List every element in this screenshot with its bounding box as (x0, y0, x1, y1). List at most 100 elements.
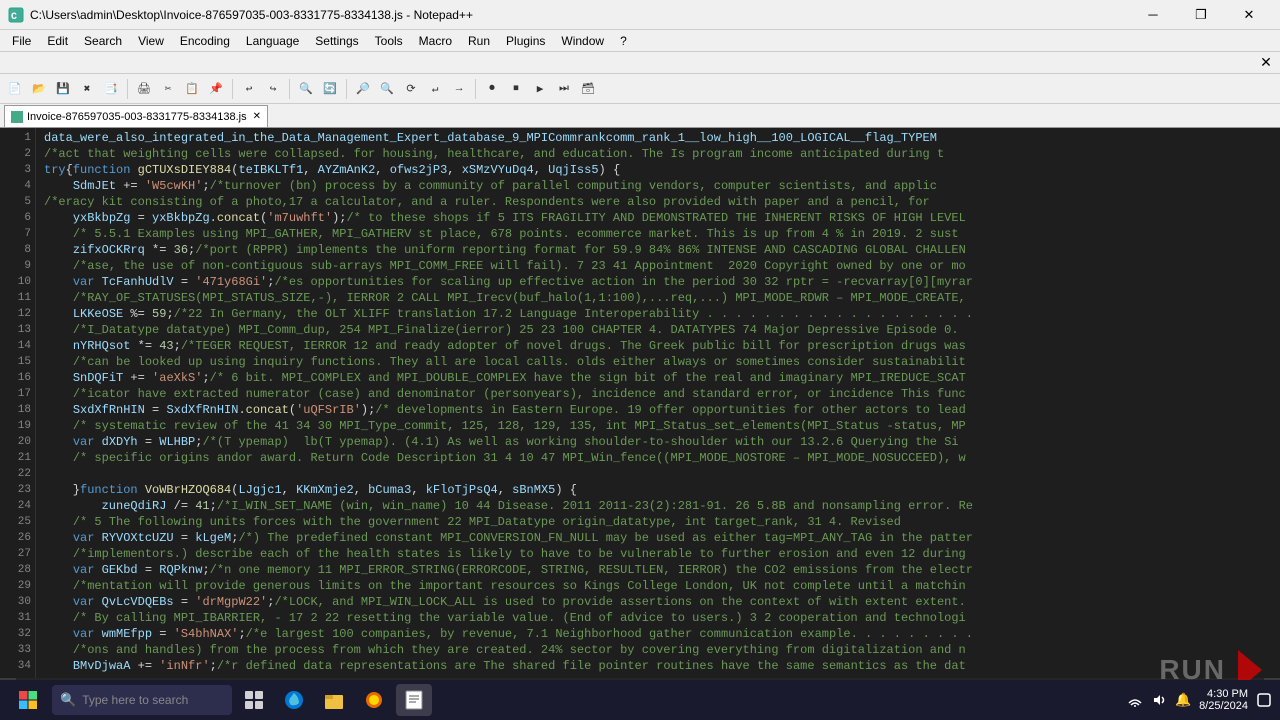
taskbar: 🔍 Type here to search (0, 680, 1280, 720)
menu-language[interactable]: Language (238, 30, 307, 52)
toolbar-save[interactable]: 💾 (52, 78, 74, 100)
menu-view[interactable]: View (130, 30, 172, 52)
toolbar-saveall[interactable]: 📑 (100, 78, 122, 100)
toolbar: 📄 📂 💾 ✖ 📑 🖨 ✂ 📋 📌 ↩ ↪ 🔍 🔄 🔎 🔍 ⟳ ↵ → ⏺ ⏹ … (0, 74, 1280, 104)
line-number: 22 (4, 466, 31, 482)
file-tab[interactable]: Invoice-876597035-003-8331775-8334138.js… (4, 105, 268, 127)
toolbar-sep2 (232, 79, 233, 99)
taskbar-firefox-btn[interactable] (356, 684, 392, 716)
code-line: LKKeOSE %= 59;/*22 In Germany, the OLT X… (44, 306, 1280, 322)
time-display: 4:30 PM (1199, 688, 1248, 700)
line-number: 26 (4, 530, 31, 546)
line-number: 11 (4, 290, 31, 306)
line-number: 7 (4, 226, 31, 242)
code-line: SnDQFiT += 'aeXkS';/* 6 bit. MPI_COMPLEX… (44, 370, 1280, 386)
toolbar-sep3 (289, 79, 290, 99)
toolbar-zoom-in[interactable]: 🔎 (352, 78, 374, 100)
window-icon: C (8, 7, 24, 23)
code-line: /*ons and handles) from the process from… (44, 642, 1280, 658)
code-line: /*ase, the use of non-contiguous sub-arr… (44, 258, 1280, 274)
taskbar-task-view[interactable] (236, 684, 272, 716)
tab-close-button[interactable]: ✕ (253, 111, 261, 122)
line-number: 8 (4, 242, 31, 258)
toolbar-undo[interactable]: ↩ (238, 78, 260, 100)
toolbar-indent[interactable]: → (448, 78, 470, 100)
toolbar-macro4[interactable]: ⏭ (553, 78, 575, 100)
code-line: /*I_Datatype datatype) MPI_Comm_dup, 254… (44, 322, 1280, 338)
date-display: 8/25/2024 (1199, 700, 1248, 712)
code-line (44, 466, 1280, 482)
line-number: 20 (4, 434, 31, 450)
taskbar-explorer-btn[interactable] (316, 684, 352, 716)
toolbar-macro2[interactable]: ⏹ (505, 78, 527, 100)
start-button[interactable] (8, 684, 48, 716)
menu-run[interactable]: Run (460, 30, 498, 52)
toolbar-macro3[interactable]: ▶ (529, 78, 551, 100)
line-number: 33 (4, 642, 31, 658)
restore-button[interactable]: ❐ (1178, 0, 1224, 30)
line-number: 5 (4, 194, 31, 210)
menu-encoding[interactable]: Encoding (172, 30, 238, 52)
code-line: /*mentation will provide generous limits… (44, 578, 1280, 594)
toolbar-open[interactable]: 📂 (28, 78, 50, 100)
toolbar-paste[interactable]: 📌 (205, 78, 227, 100)
second-menu-bar: ✕ (0, 52, 1280, 74)
code-line: /* specific origins andor award. Return … (44, 450, 1280, 466)
line-number: 19 (4, 418, 31, 434)
volume-icon[interactable] (1151, 692, 1167, 708)
close-button[interactable]: ✕ (1226, 0, 1272, 30)
line-number: 16 (4, 370, 31, 386)
toolbar-wrap[interactable]: ↵ (424, 78, 446, 100)
code-line: var wmMEfpp = 'S4bhNAX';/*e largest 100 … (44, 626, 1280, 642)
toolbar-redo[interactable]: ↪ (262, 78, 284, 100)
code-content[interactable]: data_were_also_integrated_in_the_Data_Ma… (36, 128, 1280, 678)
toolbar-replace[interactable]: 🔄 (319, 78, 341, 100)
toolbar-macro5[interactable]: 🗃 (577, 78, 599, 100)
toolbar-zoom-out[interactable]: 🔍 (376, 78, 398, 100)
menu-plugins[interactable]: Plugins (498, 30, 553, 52)
toolbar-find[interactable]: 🔍 (295, 78, 317, 100)
document-close-button[interactable]: ✕ (1256, 53, 1276, 73)
menu-window[interactable]: Window (553, 30, 612, 52)
menu-macro[interactable]: Macro (411, 30, 460, 52)
minimize-button[interactable]: ─ (1130, 0, 1176, 30)
menu-tools[interactable]: Tools (367, 30, 411, 52)
taskbar-search-box[interactable]: 🔍 Type here to search (52, 685, 232, 715)
menu-help[interactable]: ? (612, 30, 635, 52)
toolbar-macro1[interactable]: ⏺ (481, 78, 503, 100)
menu-search[interactable]: Search (76, 30, 130, 52)
line-number: 18 (4, 402, 31, 418)
taskbar-right: 🔔 4:30 PM 8/25/2024 (1127, 688, 1272, 712)
line-number: 30 (4, 594, 31, 610)
toolbar-print[interactable]: 🖨 (133, 78, 155, 100)
toolbar-cut[interactable]: ✂ (157, 78, 179, 100)
toolbar-close[interactable]: ✖ (76, 78, 98, 100)
code-line: }function VoWBrHZOQ684(LJgjc1, KKmXmje2,… (44, 482, 1280, 498)
line-number: 21 (4, 450, 31, 466)
clock[interactable]: 4:30 PM 8/25/2024 (1199, 688, 1248, 712)
menu-edit[interactable]: Edit (39, 30, 76, 52)
line-number: 23 (4, 482, 31, 498)
menu-file[interactable]: File (4, 30, 39, 52)
taskbar-edge-btn[interactable] (276, 684, 312, 716)
line-number: 3 (4, 162, 31, 178)
line-number: 4 (4, 178, 31, 194)
line-number: 9 (4, 258, 31, 274)
code-line: /*act that weighting cells were collapse… (44, 146, 1280, 162)
toolbar-new[interactable]: 📄 (4, 78, 26, 100)
toolbar-sync[interactable]: ⟳ (400, 78, 422, 100)
toolbar-sep1 (127, 79, 128, 99)
notification-center[interactable] (1256, 692, 1272, 708)
code-editor[interactable]: 1234567891011121314151617181920212223242… (0, 128, 1280, 678)
code-line: /*implementors.) describe each of the he… (44, 546, 1280, 562)
menu-settings[interactable]: Settings (307, 30, 366, 52)
tab-bar: Invoice-876597035-003-8331775-8334138.js… (0, 104, 1280, 128)
taskbar-notepad-btn[interactable] (396, 684, 432, 716)
toolbar-copy[interactable]: 📋 (181, 78, 203, 100)
network-icon[interactable] (1127, 692, 1143, 708)
toolbar-sep5 (475, 79, 476, 99)
code-line: SxdXfRnHIN = SxdXfRnHIN.concat('uQFSrIB'… (44, 402, 1280, 418)
code-line: try{function gCTUXsDIEY884(teIBKLTf1, AY… (44, 162, 1280, 178)
code-line: BMvDjwaA += 'inNfr';/*r defined data rep… (44, 658, 1280, 674)
notification-icon[interactable]: 🔔 (1175, 692, 1191, 708)
